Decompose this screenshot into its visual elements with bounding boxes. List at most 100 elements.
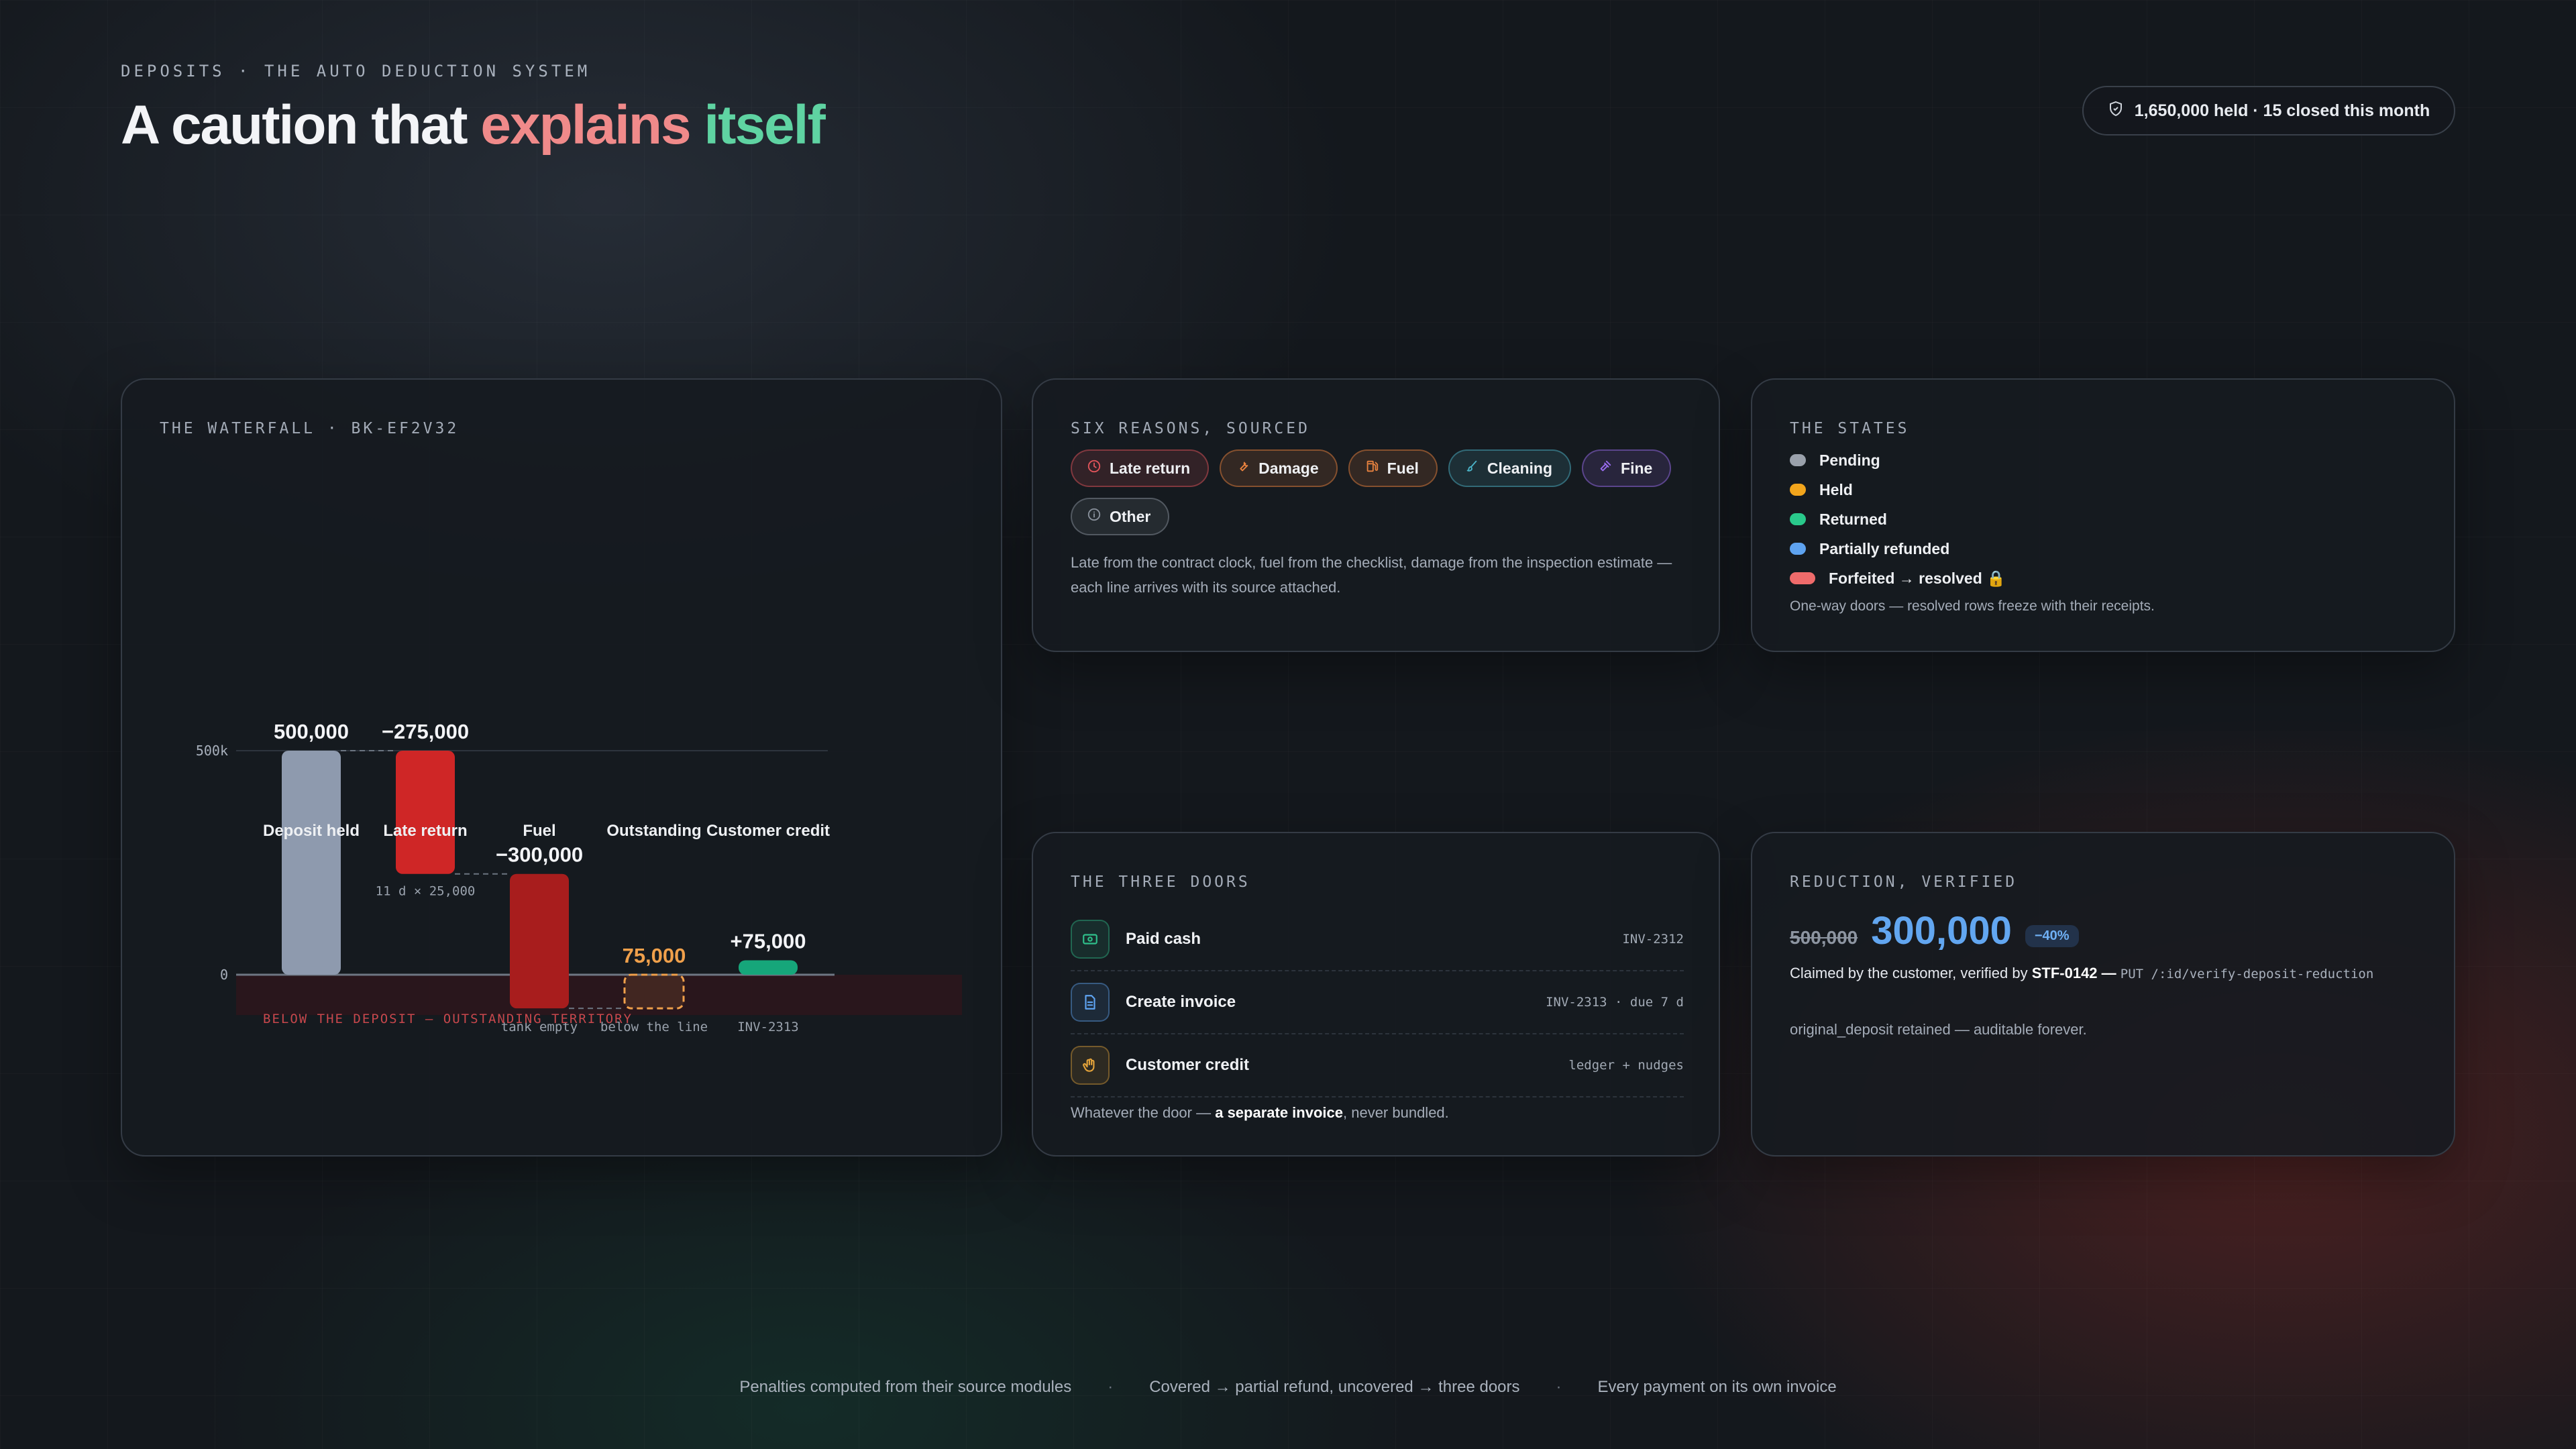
reason-chip-label: Cleaning (1487, 459, 1553, 477)
reason-chip-label: Late return (1110, 459, 1191, 477)
reason-chip-other[interactable]: Other (1071, 498, 1170, 535)
summary-pill[interactable]: 1,650,000 held · 15 closed this month (2082, 86, 2455, 136)
bar-value-label: +75,000 (731, 929, 806, 953)
bar-value-label: 500,000 (274, 720, 349, 743)
reason-chip-label: Other (1110, 507, 1151, 525)
state-dot (1790, 572, 1815, 584)
state-label: Forfeited → resolved 🔒 (1829, 569, 2006, 587)
reason-chip-cleaning[interactable]: Cleaning (1448, 449, 1572, 487)
state-label: Pending (1819, 451, 1880, 469)
state-row: Pending (1790, 445, 2006, 475)
claim-dash: — (2097, 965, 2121, 981)
doors-list: Paid cash INV-2312 Create invoice INV-2313 … (1071, 908, 1684, 1097)
y-tick-label: 0 (220, 967, 228, 983)
document-icon (1071, 983, 1110, 1022)
states-card: THE STATES Pending Held Returned Partially … (1751, 378, 2455, 652)
reason-chip-label: Fuel (1387, 459, 1419, 477)
door-label: Customer credit (1126, 1056, 1250, 1074)
shield-icon (2108, 101, 2124, 121)
claim-pre: Claimed by the customer, verified by (1790, 965, 2032, 981)
bar-fuel[interactable] (510, 873, 569, 1009)
door-option-paid-cash[interactable]: Paid cash INV-2312 (1071, 908, 1684, 971)
reasons-card: SIX REASONS, SOURCED Late return Damage Fu… (1032, 378, 1720, 652)
reduction-card: REDUCTION, VERIFIED 500,000 300,000 −40%… (1751, 832, 2455, 1157)
reduction-retained-note: original_deposit retained — auditable fo… (1790, 1021, 2087, 1038)
brush-icon (1464, 459, 1479, 478)
below-zone-label: BELOW THE DEPOSIT — OUTSTANDING TERRITOR… (263, 1012, 633, 1026)
bar-value-label: −275,000 (382, 720, 469, 743)
category-label: Late return (383, 822, 467, 840)
reason-chip-label: Fine (1621, 459, 1653, 477)
state-row: Held (1790, 475, 2006, 504)
cash-icon (1071, 920, 1110, 959)
section-eyebrow: DEPOSITS · THE AUTO DEDUCTION SYSTEM (121, 62, 591, 80)
bar-deposit-held[interactable] (282, 751, 341, 975)
state-label: Partially refunded (1819, 539, 1950, 557)
doors-note-bold: a separate invoice (1215, 1104, 1343, 1121)
title-part-3: itself (690, 95, 825, 156)
wrench-icon (1236, 459, 1250, 478)
new-deposit-value: 300,000 (1871, 909, 2012, 953)
door-meta: INV-2313 · due 7 d (1546, 995, 1684, 1010)
reason-chip-fuel[interactable]: Fuel (1348, 449, 1438, 487)
footer-separator: · (1556, 1378, 1562, 1396)
door-meta: INV-2312 (1622, 932, 1684, 947)
footer-item-2: Covered → partial refund, uncovered → th… (1149, 1378, 1520, 1396)
old-deposit-value: 500,000 (1790, 927, 1858, 948)
gavel-icon (1598, 459, 1613, 478)
state-dot (1790, 513, 1806, 525)
reason-chips: Late return Damage Fuel Cleaning Fine Other (1071, 449, 1688, 535)
reduction-percent-badge: −40% (2025, 925, 2079, 947)
bar-late-return[interactable] (396, 751, 455, 874)
waterfall-card: THE WATERFALL · BK-EF2V32 500k 0 500,000 −2… (121, 378, 1002, 1157)
reasons-description: Late from the contract clock, fuel from … (1071, 554, 1672, 596)
reason-chip-late-return[interactable]: Late return (1071, 449, 1210, 487)
title-part-1: A caution that (121, 95, 481, 156)
category-label: Customer credit (706, 822, 830, 840)
state-row: Returned (1790, 504, 2006, 534)
y-tick-label: 500k (196, 743, 228, 759)
claim-endpoint: PUT /:id/verify-deposit-reduction (2120, 967, 2374, 981)
doors-note-pre: Whatever the door — (1071, 1104, 1216, 1121)
doors-title: THE THREE DOORS (1071, 873, 1250, 891)
circle-info-icon (1087, 507, 1102, 526)
page-title: A caution that explains itself (121, 94, 826, 157)
bar-note: 11 d × 25,000 (376, 884, 476, 899)
state-label: Held (1819, 480, 1853, 498)
reason-chip-label: Damage (1258, 459, 1319, 477)
bar-outstanding[interactable] (623, 973, 685, 1010)
door-option-create-invoice[interactable]: Create invoice INV-2313 · due 7 d (1071, 971, 1684, 1034)
state-dot (1790, 543, 1806, 555)
state-label: Returned (1819, 510, 1887, 528)
footer-separator: · (1108, 1378, 1114, 1396)
footer-item-1: Penalties computed from their source mod… (739, 1378, 1072, 1396)
state-row: Partially refunded (1790, 534, 2006, 564)
doors-note: Whatever the door — a separate invoice, … (1071, 1104, 1449, 1122)
state-row: Forfeited → resolved 🔒 (1790, 564, 2006, 593)
bar-value-label: 75,000 (623, 944, 686, 967)
door-option-customer-credit[interactable]: Customer credit ledger + nudges (1071, 1034, 1684, 1097)
reduction-values: 500,000 300,000 −40% (1790, 908, 2079, 953)
category-label: Deposit held (263, 822, 360, 840)
states-list: Pending Held Returned Partially refunded For… (1790, 445, 2006, 593)
states-title: THE STATES (1790, 420, 1910, 437)
footer-item-3: Every payment on its own invoice (1597, 1378, 1837, 1396)
doors-note-post: , never bundled. (1343, 1104, 1449, 1121)
bar-customer-credit[interactable] (739, 960, 798, 975)
fuel-icon (1364, 459, 1379, 478)
claim-staff-id: STF-0142 (2031, 965, 2098, 981)
category-label: Fuel (523, 822, 555, 840)
bar-note: INV-2313 (737, 1020, 799, 1034)
title-part-2: explains (480, 95, 691, 156)
door-label: Create invoice (1126, 993, 1236, 1011)
state-dot (1790, 454, 1806, 466)
summary-pill-text: 1,650,000 held · 15 closed this month (2134, 101, 2430, 120)
reasons-title: SIX REASONS, SOURCED (1071, 420, 1310, 437)
door-label: Paid cash (1126, 930, 1201, 948)
bar-value-label: −300,000 (496, 843, 583, 867)
reason-chip-damage[interactable]: Damage (1220, 449, 1338, 487)
reason-chip-fine[interactable]: Fine (1582, 449, 1672, 487)
hand-icon (1071, 1046, 1110, 1085)
clock-icon (1087, 459, 1102, 478)
doors-card: THE THREE DOORS Paid cash INV-2312 Create … (1032, 832, 1720, 1157)
